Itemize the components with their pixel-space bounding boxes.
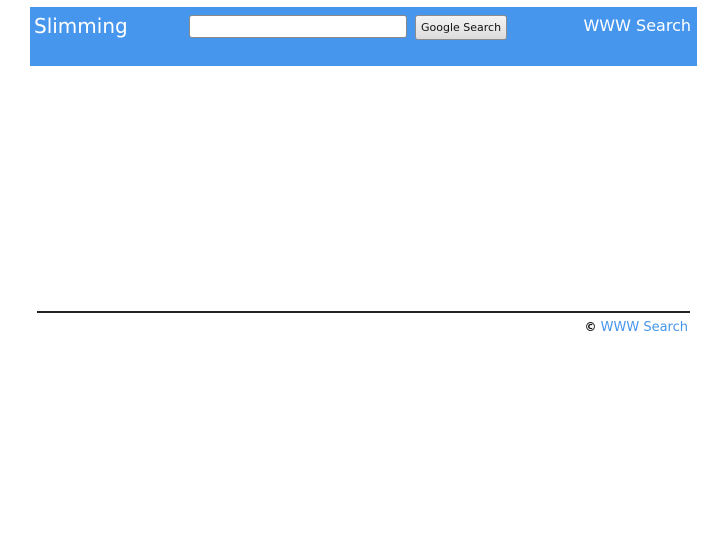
footer-divider xyxy=(37,311,690,313)
google-search-button[interactable]: Google Search xyxy=(415,15,508,40)
header-bar: Slimming Google Search WWW Search xyxy=(30,7,697,66)
footer-www-search-link[interactable]: WWW Search xyxy=(601,320,688,335)
site-title: Slimming xyxy=(34,14,128,38)
search-input[interactable] xyxy=(189,15,407,38)
www-search-link[interactable]: WWW Search xyxy=(583,16,691,36)
copyright-symbol: © xyxy=(584,320,597,334)
footer: © WWW Search xyxy=(585,319,689,336)
